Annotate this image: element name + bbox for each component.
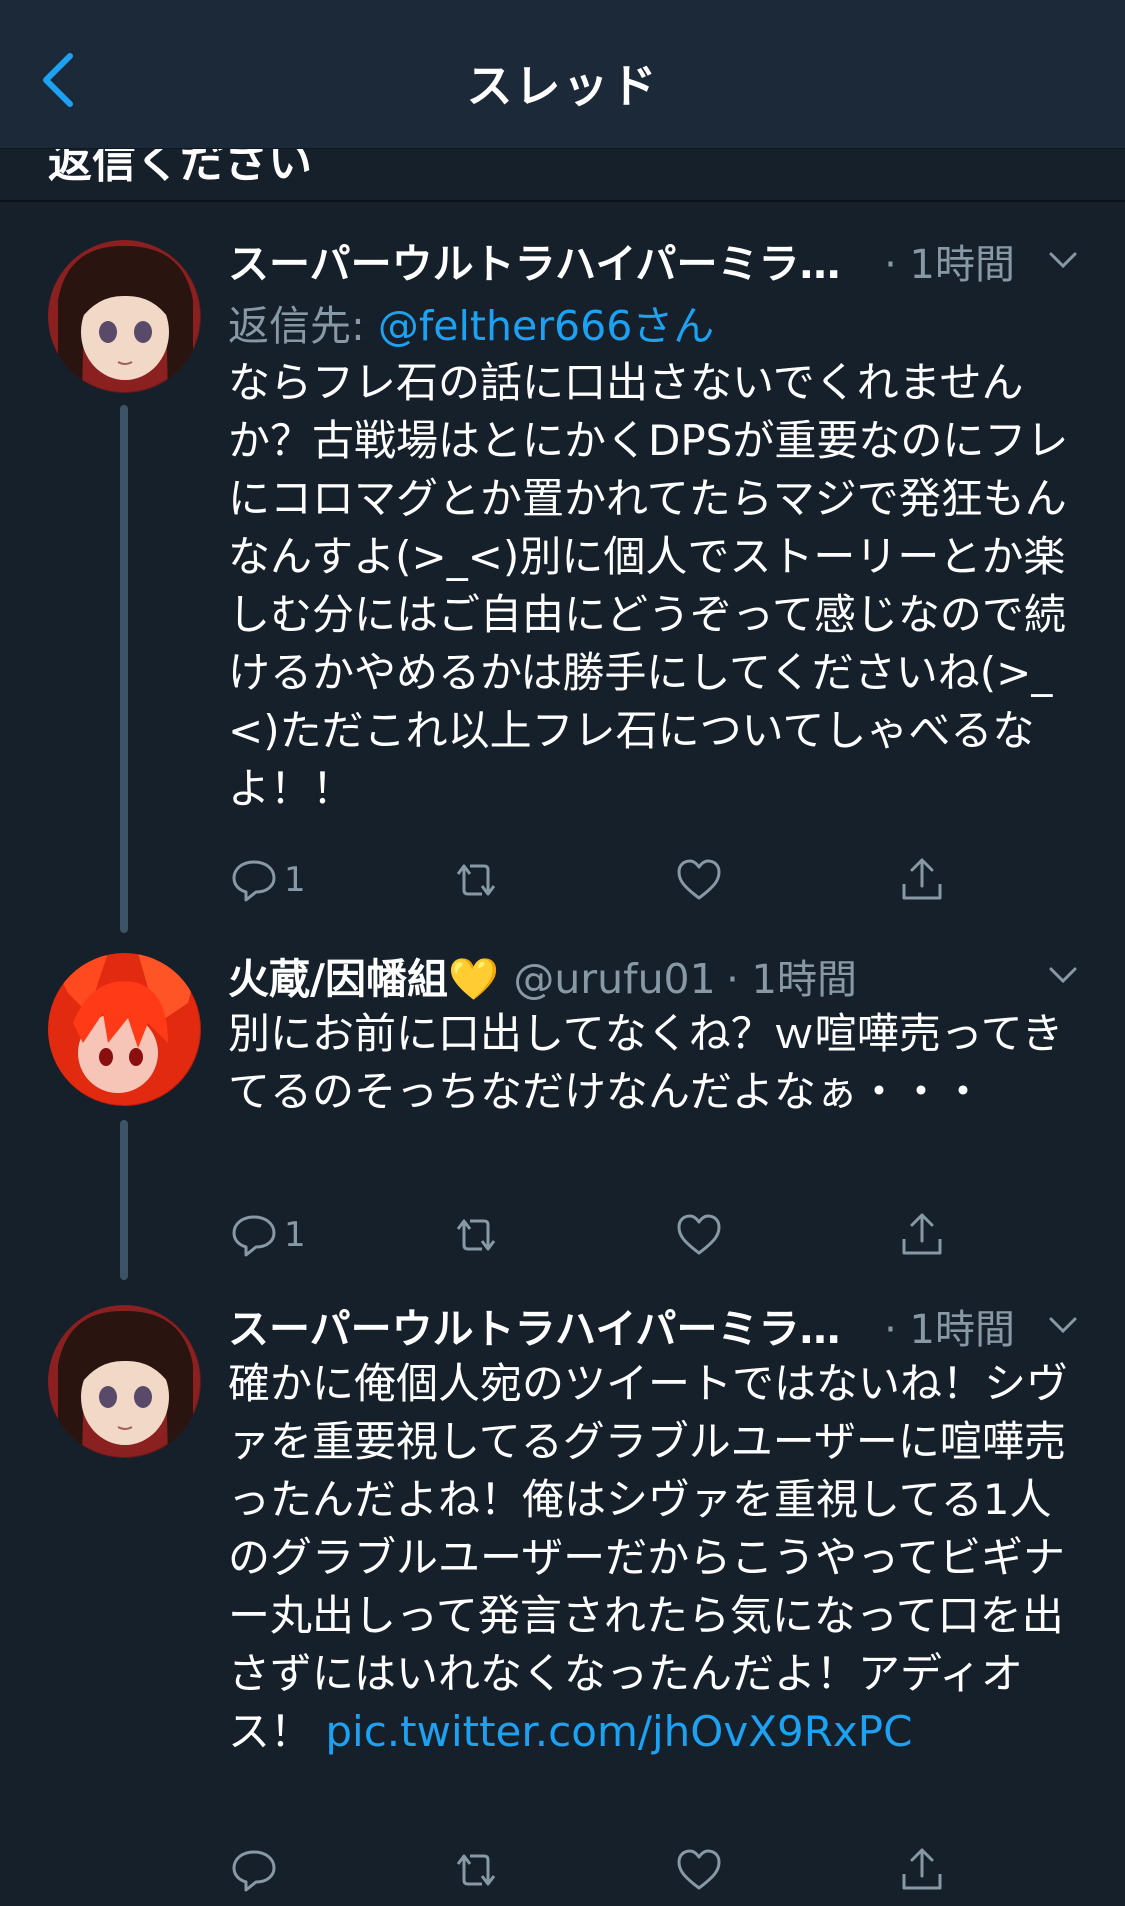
share-icon <box>902 1213 942 1255</box>
tweet-actions: 1 <box>228 1205 988 1265</box>
share-button[interactable] <box>896 850 948 910</box>
retweet-button[interactable] <box>450 1205 502 1265</box>
navigation-bar: スレッド <box>0 0 1125 149</box>
avatar[interactable] <box>48 1305 201 1458</box>
tweet-actions <box>228 1840 988 1900</box>
share-icon <box>902 1848 942 1890</box>
display-name-text: スーパーウルトラハイパーミラ… <box>228 1305 841 1353</box>
like-icon <box>677 1214 721 1255</box>
reply-count: 1 <box>284 1215 306 1255</box>
share-button[interactable] <box>896 1840 948 1900</box>
reply-icon <box>232 1215 276 1257</box>
reply-icon <box>232 860 276 902</box>
reply-count: 1 <box>284 860 306 900</box>
handle: @urufu01 <box>513 955 716 1003</box>
thread-line <box>120 1120 128 1280</box>
avatar[interactable] <box>48 953 201 1106</box>
share-button[interactable] <box>896 1205 948 1265</box>
tweet-text: 別にお前に口出してなくね？ｗ喧嘩売ってきてるのそっちなだけなんだよなぁ・・・ <box>228 1009 1064 1116</box>
previous-tweet-peek: 返信ください <box>0 148 1125 202</box>
reply-button[interactable] <box>228 1840 284 1900</box>
tweet[interactable]: スーパーウルトラハイパーミラ… · 1時間 返信先: @felther666さん… <box>0 230 1125 933</box>
tweet[interactable]: スーパーウルトラハイパーミラ… · 1時間 確かに俺個人宛のツイートではないね！… <box>0 1295 1125 1906</box>
timestamp[interactable]: · 1時間 <box>884 1297 1015 1355</box>
chevron-down-icon[interactable] <box>1045 242 1081 278</box>
chevron-down-icon[interactable] <box>1045 957 1081 993</box>
timestamp[interactable]: · 1時間 <box>726 947 857 1005</box>
tweet-header: スーパーウルトラハイパーミラ… · 1時間 <box>228 230 1085 290</box>
like-icon <box>677 859 721 900</box>
like-button[interactable] <box>673 1840 725 1900</box>
reply-icon <box>232 1850 276 1892</box>
retweet-icon <box>456 864 496 896</box>
reply-to-line: 返信先: @felther666さん <box>228 292 714 352</box>
timestamp[interactable]: · 1時間 <box>884 232 1015 290</box>
retweet-icon <box>456 1854 496 1886</box>
thread-line <box>120 405 128 933</box>
reply-button[interactable]: 1 <box>228 1205 306 1265</box>
page-title: スレッド <box>466 59 659 113</box>
tweet-link[interactable]: pic.twitter.com/jhOvX9RxPC <box>325 1707 912 1756</box>
share-icon <box>902 858 942 900</box>
avatar[interactable] <box>48 240 201 393</box>
tweet[interactable]: 火蔵/因幡組💛 @urufu01 · 1時間 別にお前に口出してなくね？ｗ喧嘩売… <box>0 945 1125 1290</box>
retweet-button[interactable] <box>450 850 502 910</box>
like-button[interactable] <box>673 1205 725 1265</box>
display-name-text: 火蔵/因幡組💛 <box>228 955 500 1003</box>
retweet-button[interactable] <box>450 1840 502 1900</box>
display-name-text: スーパーウルトラハイパーミラ… <box>228 240 841 288</box>
tweet-text: 確かに俺個人宛のツイートではないね！シヴァを重要視してるグラブルユーザーに喧嘩売… <box>228 1355 1088 1761</box>
chevron-down-icon[interactable] <box>1045 1307 1081 1343</box>
reply-button[interactable]: 1 <box>228 850 306 910</box>
display-name[interactable]: 火蔵/因幡組💛 @urufu01 <box>228 945 716 1005</box>
retweet-icon <box>456 1219 496 1251</box>
tweet-header: 火蔵/因幡組💛 @urufu01 · 1時間 <box>228 945 1085 1005</box>
display-name[interactable]: スーパーウルトラハイパーミラ… <box>228 1295 841 1355</box>
like-button[interactable] <box>673 850 725 910</box>
tweet-text: ならフレ石の話に口出さないでくれませんか？古戦場はとにかくDPSが重要なのにフレ… <box>228 358 1069 813</box>
like-icon <box>677 1849 721 1890</box>
reply-to-prefix: 返信先: <box>228 302 378 350</box>
tweet-header: スーパーウルトラハイパーミラ… · 1時間 <box>228 1295 1085 1355</box>
previous-tweet-text: 返信ください <box>48 148 312 188</box>
tweet-text-content: 確かに俺個人宛のツイートではないね！シヴァを重要視してるグラブルユーザーに喧嘩売… <box>228 1359 1069 1756</box>
tweet-actions: 1 <box>228 850 988 910</box>
display-name[interactable]: スーパーウルトラハイパーミラ… <box>228 230 841 290</box>
reply-to-mention[interactable]: @felther666さん <box>378 302 714 350</box>
